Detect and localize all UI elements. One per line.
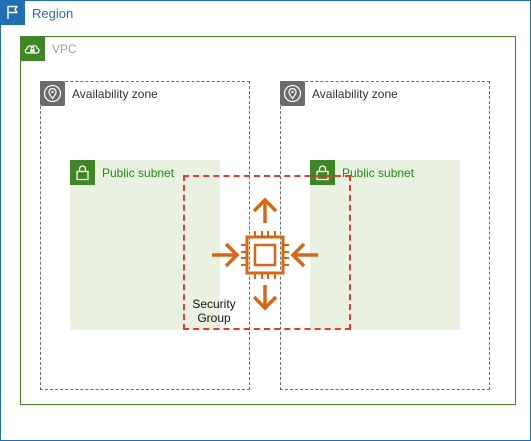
arrow-right-icon: [290, 242, 318, 268]
security-group-label-line1: Security: [192, 297, 236, 311]
availability-zone-label: Availability zone: [72, 87, 158, 101]
public-subnet-badge: [70, 160, 95, 185]
availability-zone-label: Availability zone: [312, 87, 398, 101]
region-badge: [0, 0, 25, 25]
security-group-label: Security Group: [188, 297, 240, 325]
availability-zone-badge: [40, 81, 65, 106]
arrow-up-icon: [252, 197, 278, 223]
arrow-left-icon: [212, 242, 240, 268]
public-subnet-label: Public subnet: [102, 166, 175, 180]
vpc-badge: [20, 36, 45, 61]
security-group-label-line2: Group: [197, 311, 231, 325]
public-subnet-label: Public subnet: [342, 166, 415, 180]
map-pin-icon: [43, 84, 62, 103]
arrow-down-icon: [252, 285, 278, 311]
lock-icon: [76, 165, 89, 181]
instance-chip-icon: [241, 231, 289, 279]
flag-icon: [7, 5, 18, 19]
cloud-lock-icon: [24, 44, 40, 54]
map-pin-icon: [283, 84, 302, 103]
vpc-label: VPC: [52, 42, 77, 56]
region-label: Region: [32, 6, 74, 21]
availability-zone-badge: [280, 81, 305, 106]
